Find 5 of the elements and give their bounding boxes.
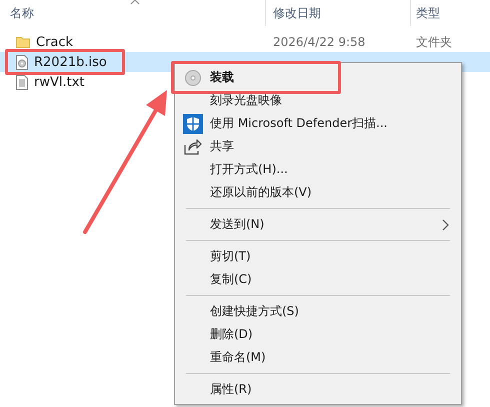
file-type: 文件夹 (416, 34, 452, 48)
file-name: R2021b.iso (34, 54, 107, 70)
file-name: rwVl.txt (34, 74, 85, 90)
file-date: 2026/4/22 9:58 (273, 35, 366, 49)
file-name: Crack (36, 34, 74, 50)
